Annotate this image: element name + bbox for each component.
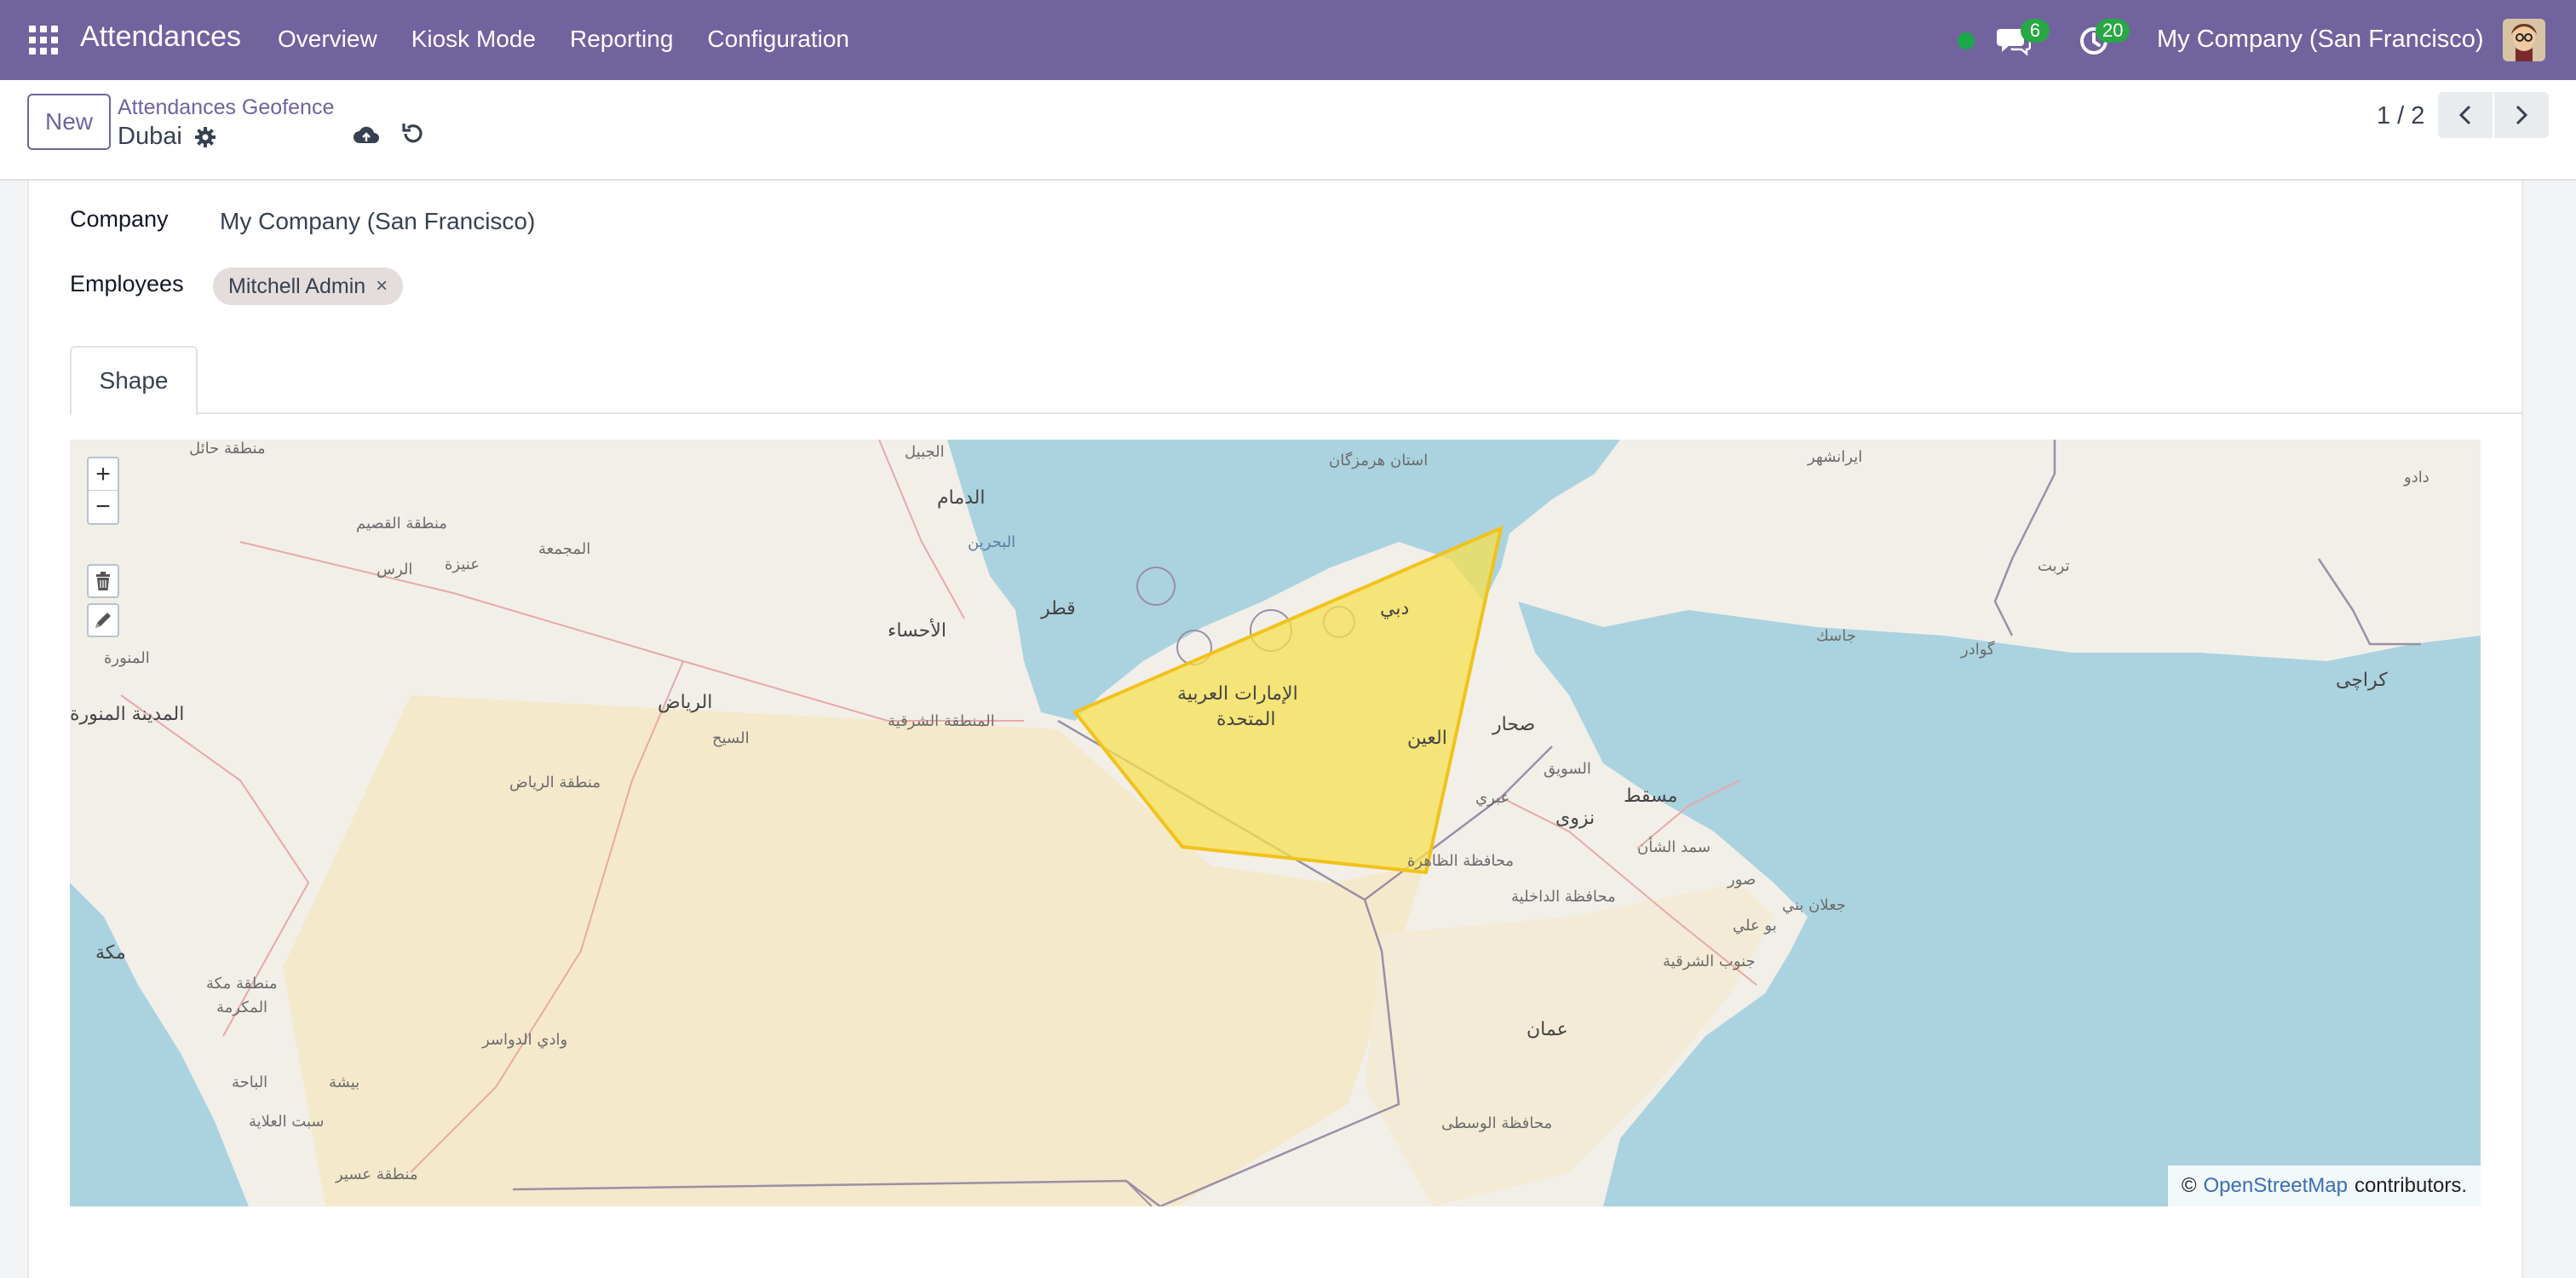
map-label: منطقة مكة — [206, 975, 278, 993]
gear-icon[interactable] — [194, 126, 216, 148]
pencil-icon — [95, 613, 111, 628]
zoom-controls: + − — [87, 457, 119, 525]
map-label: الرس — [377, 561, 413, 579]
map-label: الأحساء — [888, 620, 946, 642]
map-label: السويق — [1544, 760, 1591, 778]
map-label: مسقط — [1624, 786, 1678, 807]
zoom-out-button[interactable]: − — [89, 491, 118, 523]
map-label: گوادر — [1961, 641, 1995, 659]
attribution-suffix: contributors. — [2354, 1174, 2467, 1197]
map-label: سبت العلاية — [249, 1113, 325, 1131]
company-field[interactable]: My Company (San Francisco) — [220, 208, 535, 235]
map-label: منطقة حائل — [189, 440, 266, 458]
menu-item-overview[interactable]: Overview — [278, 26, 377, 53]
map-label: منطقة عسير — [336, 1166, 418, 1183]
draw-toolbar — [87, 564, 119, 637]
chevron-right-icon — [2516, 105, 2528, 125]
map-label: الإمارات العربية — [1177, 683, 1298, 705]
copyright-symbol: © — [2181, 1174, 2197, 1197]
pager-value[interactable]: 1 / 2 — [2377, 102, 2424, 130]
menu-item-kiosk-mode[interactable]: Kiosk Mode — [411, 26, 536, 53]
map-label: بيشة — [329, 1074, 360, 1091]
openstreetmap-link[interactable]: OpenStreetMap — [2204, 1174, 2348, 1198]
breadcrumb-parent-link[interactable]: Attendances Geofence — [118, 95, 334, 120]
map-label: صور — [1728, 871, 1757, 889]
map-label: المتحدة — [1216, 709, 1276, 730]
map-attribution: © OpenStreetMap contributors. — [2167, 1166, 2481, 1206]
tab-shape[interactable]: Shape — [70, 346, 198, 416]
tag-remove-icon[interactable]: × — [376, 274, 388, 298]
notebook-tabs: Shape — [70, 346, 2523, 416]
chevron-left-icon — [2458, 105, 2471, 125]
map-label: مكة — [95, 942, 126, 964]
map-label: وادي الدواسر — [482, 1031, 568, 1049]
map-label: دبي — [1380, 598, 1410, 619]
map-label: المنطقة الشرقية — [888, 712, 995, 730]
map-label: البحرين — [968, 533, 1016, 551]
map-label: المكرمة — [216, 999, 268, 1016]
geofence-map[interactable]: منطقة حائل الجبيل الدمام البحرين قطر الأ… — [70, 440, 2481, 1206]
pager-next-button[interactable] — [2494, 92, 2549, 138]
breadcrumb-current-record: Dubai — [118, 123, 182, 150]
map-label: ايرانشهر — [1808, 448, 1863, 466]
map-label: كراچی — [2336, 670, 2388, 691]
app-menu-icon[interactable] — [29, 26, 58, 55]
map-label: عنيزة — [445, 556, 480, 573]
map-label: الرياض — [658, 692, 713, 713]
map-label: جنوب الشرقية — [1663, 953, 1756, 970]
map-label: سمد الشأن — [1637, 838, 1711, 856]
edit-shape-button[interactable] — [87, 603, 119, 637]
map-label: منطقة الرياض — [509, 774, 601, 792]
map-label: دادو — [2404, 469, 2429, 486]
employee-tag[interactable]: Mitchell Admin × — [213, 268, 404, 305]
control-panel: New Attendances Geofence Dubai 1 / 2 — [0, 80, 2576, 181]
map-label: الباحة — [232, 1074, 268, 1091]
map-label: الجبيل — [905, 443, 945, 461]
map-tiles — [70, 440, 2481, 1206]
activity-count-badge: 20 — [2096, 19, 2130, 43]
map-label: عبري — [1475, 789, 1510, 807]
map-label: قطر — [1041, 598, 1076, 619]
pager-previous-button[interactable] — [2438, 92, 2493, 138]
company-switcher[interactable]: My Company (San Francisco) — [2157, 26, 2484, 54]
map-label: عمان — [1527, 1019, 1568, 1040]
menu-item-configuration[interactable]: Configuration — [707, 26, 849, 53]
chat-count-badge: 6 — [2021, 19, 2050, 43]
map-label: المجمعة — [538, 540, 591, 558]
map-label: صحار — [1492, 714, 1536, 735]
map-label: محافظة الظاهرة — [1407, 852, 1515, 870]
map-label: جعلان بني — [1782, 896, 1846, 914]
employees-label: Employees — [70, 271, 184, 296]
map-label: محافظة الوسطى — [1441, 1114, 1553, 1132]
map-label: السيح — [712, 729, 750, 747]
map-label: جاسك — [1816, 627, 1856, 645]
map-label: منطقة القصيم — [356, 515, 447, 532]
new-button[interactable]: New — [27, 94, 111, 150]
map-label: بو علي — [1733, 917, 1777, 935]
menu-item-reporting[interactable]: Reporting — [570, 26, 673, 53]
map-label: المدينة المنورة — [70, 704, 185, 725]
trash-icon — [96, 572, 110, 590]
map-label: تربت — [2038, 557, 2070, 575]
discard-changes-icon[interactable] — [400, 121, 426, 147]
employee-tag-label: Mitchell Admin — [228, 273, 366, 298]
zoom-in-button[interactable]: + — [89, 458, 118, 491]
app-title[interactable]: Attendances — [80, 20, 241, 54]
map-label: الدمام — [937, 487, 986, 509]
user-avatar[interactable] — [2503, 19, 2545, 61]
presence-status-icon[interactable] — [1958, 32, 1975, 49]
map-label: محافظة الداخلية — [1511, 888, 1616, 906]
map-label: استان هرمزگان — [1329, 452, 1429, 469]
top-navbar: Attendances Overview Kiosk Mode Reportin… — [0, 0, 2576, 80]
cloud-upload-icon[interactable] — [353, 123, 380, 148]
map-label: نزوى — [1555, 808, 1596, 829]
delete-shape-button[interactable] — [87, 564, 119, 598]
company-label: Company — [70, 206, 169, 232]
main-menu: Overview Kiosk Mode Reporting Configurat… — [278, 26, 849, 53]
map-label: العين — [1407, 728, 1447, 749]
map-label: المنورة — [104, 649, 150, 667]
